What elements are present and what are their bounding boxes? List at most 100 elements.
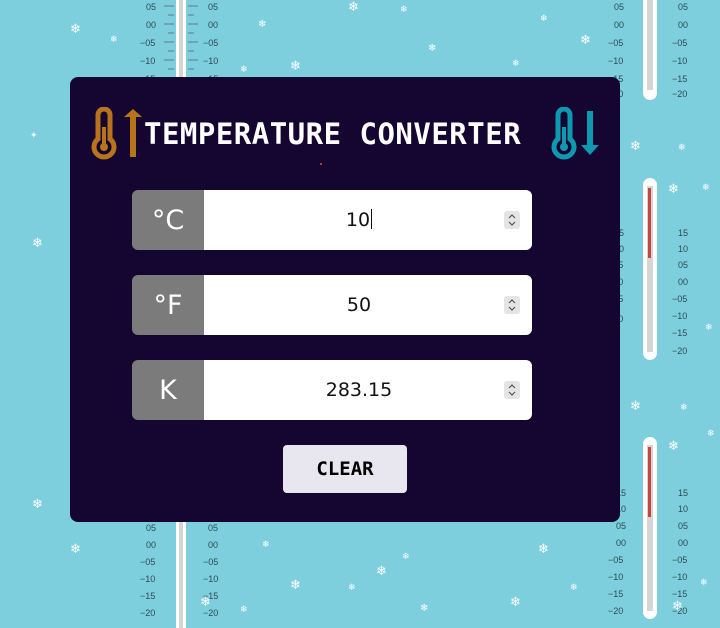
fahrenheit-spinner[interactable] xyxy=(504,296,520,314)
scale-label: −10 xyxy=(140,574,155,584)
scale-label: −20 xyxy=(608,606,623,616)
svg-text:❄: ❄ xyxy=(672,599,683,614)
scale-label: −15 xyxy=(672,74,687,84)
scale-label: −05 xyxy=(672,555,687,565)
scale-label: 00 xyxy=(678,538,688,548)
converter-card: TEMPERATURE CONVERTER °C 10 °F 50 K 283.… xyxy=(70,77,620,522)
scale-label: 10 xyxy=(678,244,688,254)
scale-label: −10 xyxy=(608,572,623,582)
svg-text:❄: ❄ xyxy=(70,542,81,557)
decorative-dot xyxy=(320,163,322,165)
svg-text:❄: ❄ xyxy=(240,65,248,75)
celsius-row: °C 10 xyxy=(132,190,532,250)
scale-label: −10 xyxy=(672,56,687,66)
scale-label: −05 xyxy=(608,555,623,565)
fahrenheit-unit-label: °F xyxy=(132,275,204,335)
scale-label: 00 xyxy=(146,20,156,30)
celsius-unit-label: °C xyxy=(132,190,204,250)
scale-label: 00 xyxy=(616,538,626,548)
scale-label: −10 xyxy=(140,56,155,66)
fahrenheit-value: 50 xyxy=(346,294,372,316)
scale-label: −10 xyxy=(608,56,623,66)
svg-text:❄: ❄ xyxy=(668,439,679,454)
svg-text:❄: ❄ xyxy=(200,595,211,610)
svg-text:❄: ❄ xyxy=(630,139,641,154)
svg-text:❄: ❄ xyxy=(630,399,641,414)
thermometer-up-icon xyxy=(91,107,142,160)
svg-text:❄: ❄ xyxy=(702,183,710,193)
clear-button[interactable]: CLEAR xyxy=(283,445,407,493)
svg-text:❄: ❄ xyxy=(707,429,715,439)
celsius-input[interactable]: 10 xyxy=(204,190,532,250)
svg-text:❄: ❄ xyxy=(700,578,708,588)
svg-text:❄: ❄ xyxy=(678,143,686,153)
svg-text:❄: ❄ xyxy=(705,323,713,333)
svg-text:❄: ❄ xyxy=(540,14,548,24)
svg-text:❄: ❄ xyxy=(240,605,248,615)
scale-label: 00 xyxy=(678,20,688,30)
kelvin-spinner[interactable] xyxy=(504,381,520,399)
scale-label: −05 xyxy=(140,557,155,567)
scale-label: −05 xyxy=(608,38,623,48)
thermometer-decoration: 05 00 −05 −10 −15 −20 15 10 05 00 −05 −1… xyxy=(608,178,688,360)
fahrenheit-input[interactable]: 50 xyxy=(204,275,532,335)
scale-label: 05 xyxy=(678,2,688,12)
scale-label: −05 xyxy=(140,38,155,48)
scale-label: 05 xyxy=(614,2,624,12)
scale-label: −15 xyxy=(608,589,623,599)
scale-label: −20 xyxy=(672,346,687,356)
scale-label: −15 xyxy=(140,591,155,601)
svg-text:❄: ❄ xyxy=(258,19,266,30)
kelvin-value: 283.15 xyxy=(325,379,393,401)
fahrenheit-row: °F 50 xyxy=(132,275,532,335)
scale-label: −05 xyxy=(203,557,218,567)
text-caret xyxy=(371,209,373,229)
scale-label: −05 xyxy=(672,294,687,304)
svg-text:❄: ❄ xyxy=(376,564,387,579)
spinner-arrows-icon xyxy=(508,214,516,226)
scale-label: 00 xyxy=(614,20,624,30)
spinner-arrows-icon xyxy=(508,384,516,396)
scale-label: 15 xyxy=(678,228,688,238)
svg-text:❄: ❄ xyxy=(290,578,301,593)
svg-text:❄: ❄ xyxy=(110,35,118,45)
svg-text:❄: ❄ xyxy=(262,540,270,550)
kelvin-row: K 283.15 xyxy=(132,360,532,420)
celsius-spinner[interactable] xyxy=(504,211,520,229)
scale-label: −20 xyxy=(140,608,155,618)
scale-label: −10 xyxy=(672,311,687,321)
svg-text:❄: ❄ xyxy=(32,497,43,512)
svg-text:❄: ❄ xyxy=(290,59,301,74)
svg-text:❄: ❄ xyxy=(348,0,359,15)
thermometer-down-icon xyxy=(551,107,599,160)
svg-text:❄: ❄ xyxy=(668,182,679,197)
celsius-value: 10 xyxy=(345,209,371,231)
scale-label: 05 xyxy=(678,260,688,270)
thermometer-decoration: 05 00 −05 −10 −15 −20 05 00 −05 −10 −15 … xyxy=(140,515,218,628)
scale-label: 00 xyxy=(208,540,218,550)
scale-label: 10 xyxy=(678,504,688,514)
thermometer-decoration: 05 00 −05 −10 −15 −20 05 00 −05 −10 −15 … xyxy=(608,0,688,100)
svg-text:❄: ❄ xyxy=(400,5,408,15)
kelvin-input[interactable]: 283.15 xyxy=(204,360,532,420)
scale-label: 05 xyxy=(616,521,626,531)
spinner-arrows-icon xyxy=(508,299,516,311)
scale-label: −10 xyxy=(672,572,687,582)
scale-label: 05 xyxy=(146,2,156,12)
scale-label: −20 xyxy=(672,89,687,99)
svg-text:❄: ❄ xyxy=(32,236,43,251)
svg-text:✦: ✦ xyxy=(30,131,38,141)
scale-label: −05 xyxy=(203,38,218,48)
svg-text:❄: ❄ xyxy=(512,59,520,69)
scale-label: 00 xyxy=(678,277,688,287)
svg-text:❄: ❄ xyxy=(538,542,549,557)
svg-text:❄: ❄ xyxy=(402,552,410,562)
kelvin-unit-label: K xyxy=(132,360,204,420)
svg-text:❄: ❄ xyxy=(420,603,428,614)
scale-label: −10 xyxy=(203,56,218,66)
scale-label: 00 xyxy=(146,540,156,550)
scale-label: −15 xyxy=(672,328,687,338)
svg-text:❄: ❄ xyxy=(680,403,688,413)
scale-label: 15 xyxy=(678,488,688,498)
scale-label: 00 xyxy=(208,20,218,30)
